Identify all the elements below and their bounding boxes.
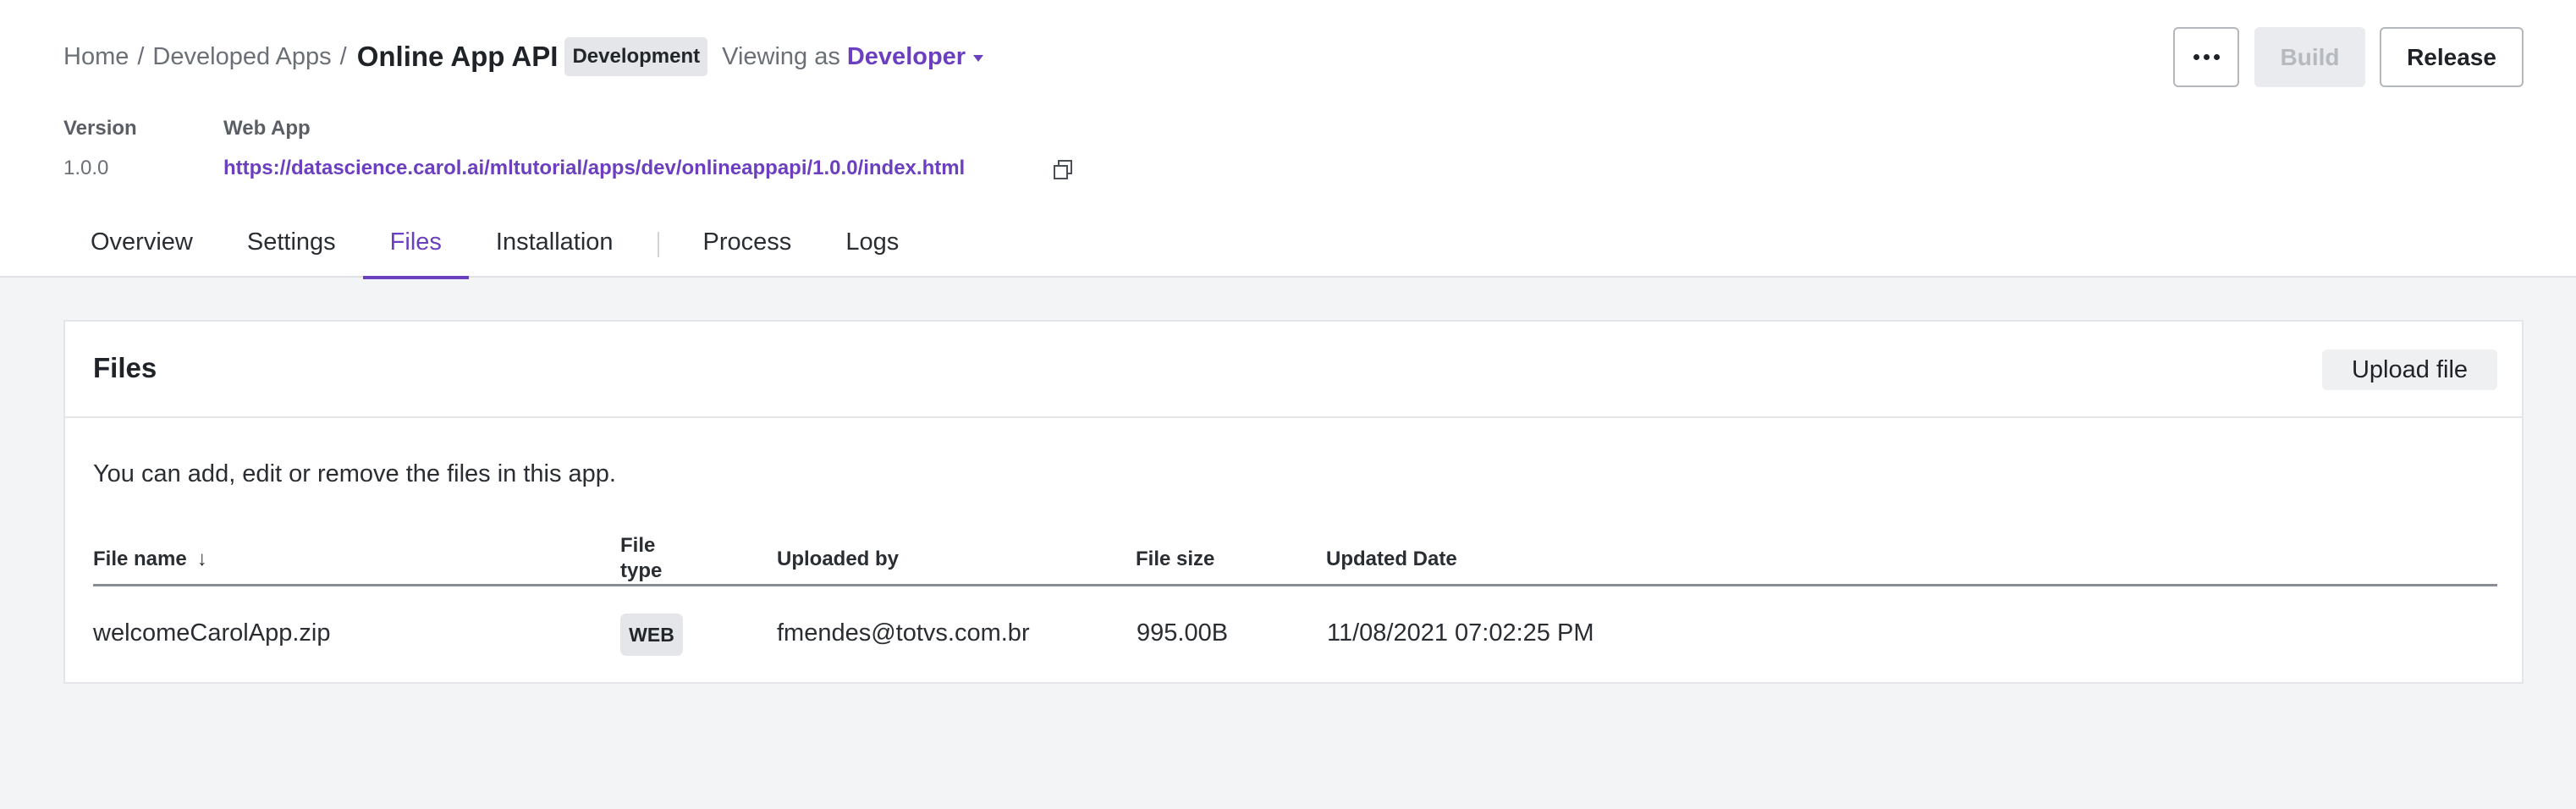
file-size-cell: 995.00B <box>1137 619 1229 647</box>
column-header-file-type-line2: type <box>620 559 663 582</box>
version-label: Version <box>63 117 137 140</box>
environment-badge: Development <box>564 37 708 76</box>
web-app-label: Web App <box>223 117 311 140</box>
file-type-badge: WEB <box>620 614 683 656</box>
column-header-file-type-line1: File <box>620 534 656 557</box>
column-header-file-name-label: File name <box>93 548 187 570</box>
breadcrumb-separator: / <box>339 42 347 70</box>
column-header-uploaded-by: Uploaded by <box>777 548 900 570</box>
tab-files[interactable]: Files <box>362 212 470 279</box>
column-header-file-type: File type <box>620 533 662 584</box>
viewing-as-label: Viewing as <box>722 42 840 70</box>
release-button[interactable]: Release <box>2380 27 2524 87</box>
files-description: You can add, edit or remove the files in… <box>93 460 616 487</box>
tab-logs[interactable]: Logs <box>818 212 926 278</box>
role-selector-value: Developer <box>846 42 966 70</box>
uploaded-by-cell: fmendes@totvs.com.br <box>777 619 1030 647</box>
app-header: Home / Developed Apps / Online App API D… <box>0 0 2576 279</box>
tab-settings[interactable]: Settings <box>220 212 363 278</box>
caret-down-icon <box>973 54 984 62</box>
page-title: Online App API <box>356 41 559 72</box>
web-app-link[interactable]: https://datascience.carol.ai/mltutorial/… <box>223 157 965 180</box>
breadcrumb-separator: / <box>137 42 145 70</box>
updated-date-cell: 11/08/2021 07:02:25 PM <box>1327 619 1594 647</box>
files-card-header: Files Upload file <box>65 322 2522 418</box>
more-horizontal-icon <box>2213 54 2220 60</box>
breadcrumb: Home / Developed Apps / Online App API D… <box>63 37 984 76</box>
column-header-file-size: File size <box>1136 548 1215 570</box>
upload-file-button[interactable]: Upload file <box>2322 349 2497 390</box>
breadcrumb-home[interactable]: Home <box>63 43 129 71</box>
tab-overview[interactable]: Overview <box>63 212 220 278</box>
files-card: Files Upload file You can add, edit or r… <box>63 320 2524 684</box>
tab-process[interactable]: Process <box>676 212 819 278</box>
tab-installation[interactable]: Installation <box>469 212 641 278</box>
more-horizontal-icon <box>2203 54 2210 60</box>
version-value: 1.0.0 <box>63 157 109 179</box>
build-button[interactable]: Build <box>2254 27 2365 87</box>
column-header-file-name[interactable]: File name ↓ <box>93 547 207 572</box>
file-name-cell[interactable]: welcomeCarolApp.zip <box>93 619 330 647</box>
more-actions-button[interactable] <box>2173 27 2239 87</box>
files-title: Files <box>93 352 157 383</box>
tab-bar: Overview Settings Files Installation Pro… <box>63 212 926 279</box>
role-selector[interactable]: Developer <box>846 42 984 71</box>
table-header-divider <box>93 584 2497 586</box>
more-horizontal-icon <box>2193 54 2199 60</box>
arrow-down-icon: ↓ <box>196 548 207 570</box>
breadcrumb-developed-apps[interactable]: Developed Apps <box>152 43 331 71</box>
copy-icon[interactable] <box>1052 159 1074 181</box>
tab-divider <box>657 232 659 257</box>
column-header-updated-date: Updated Date <box>1326 548 1457 570</box>
